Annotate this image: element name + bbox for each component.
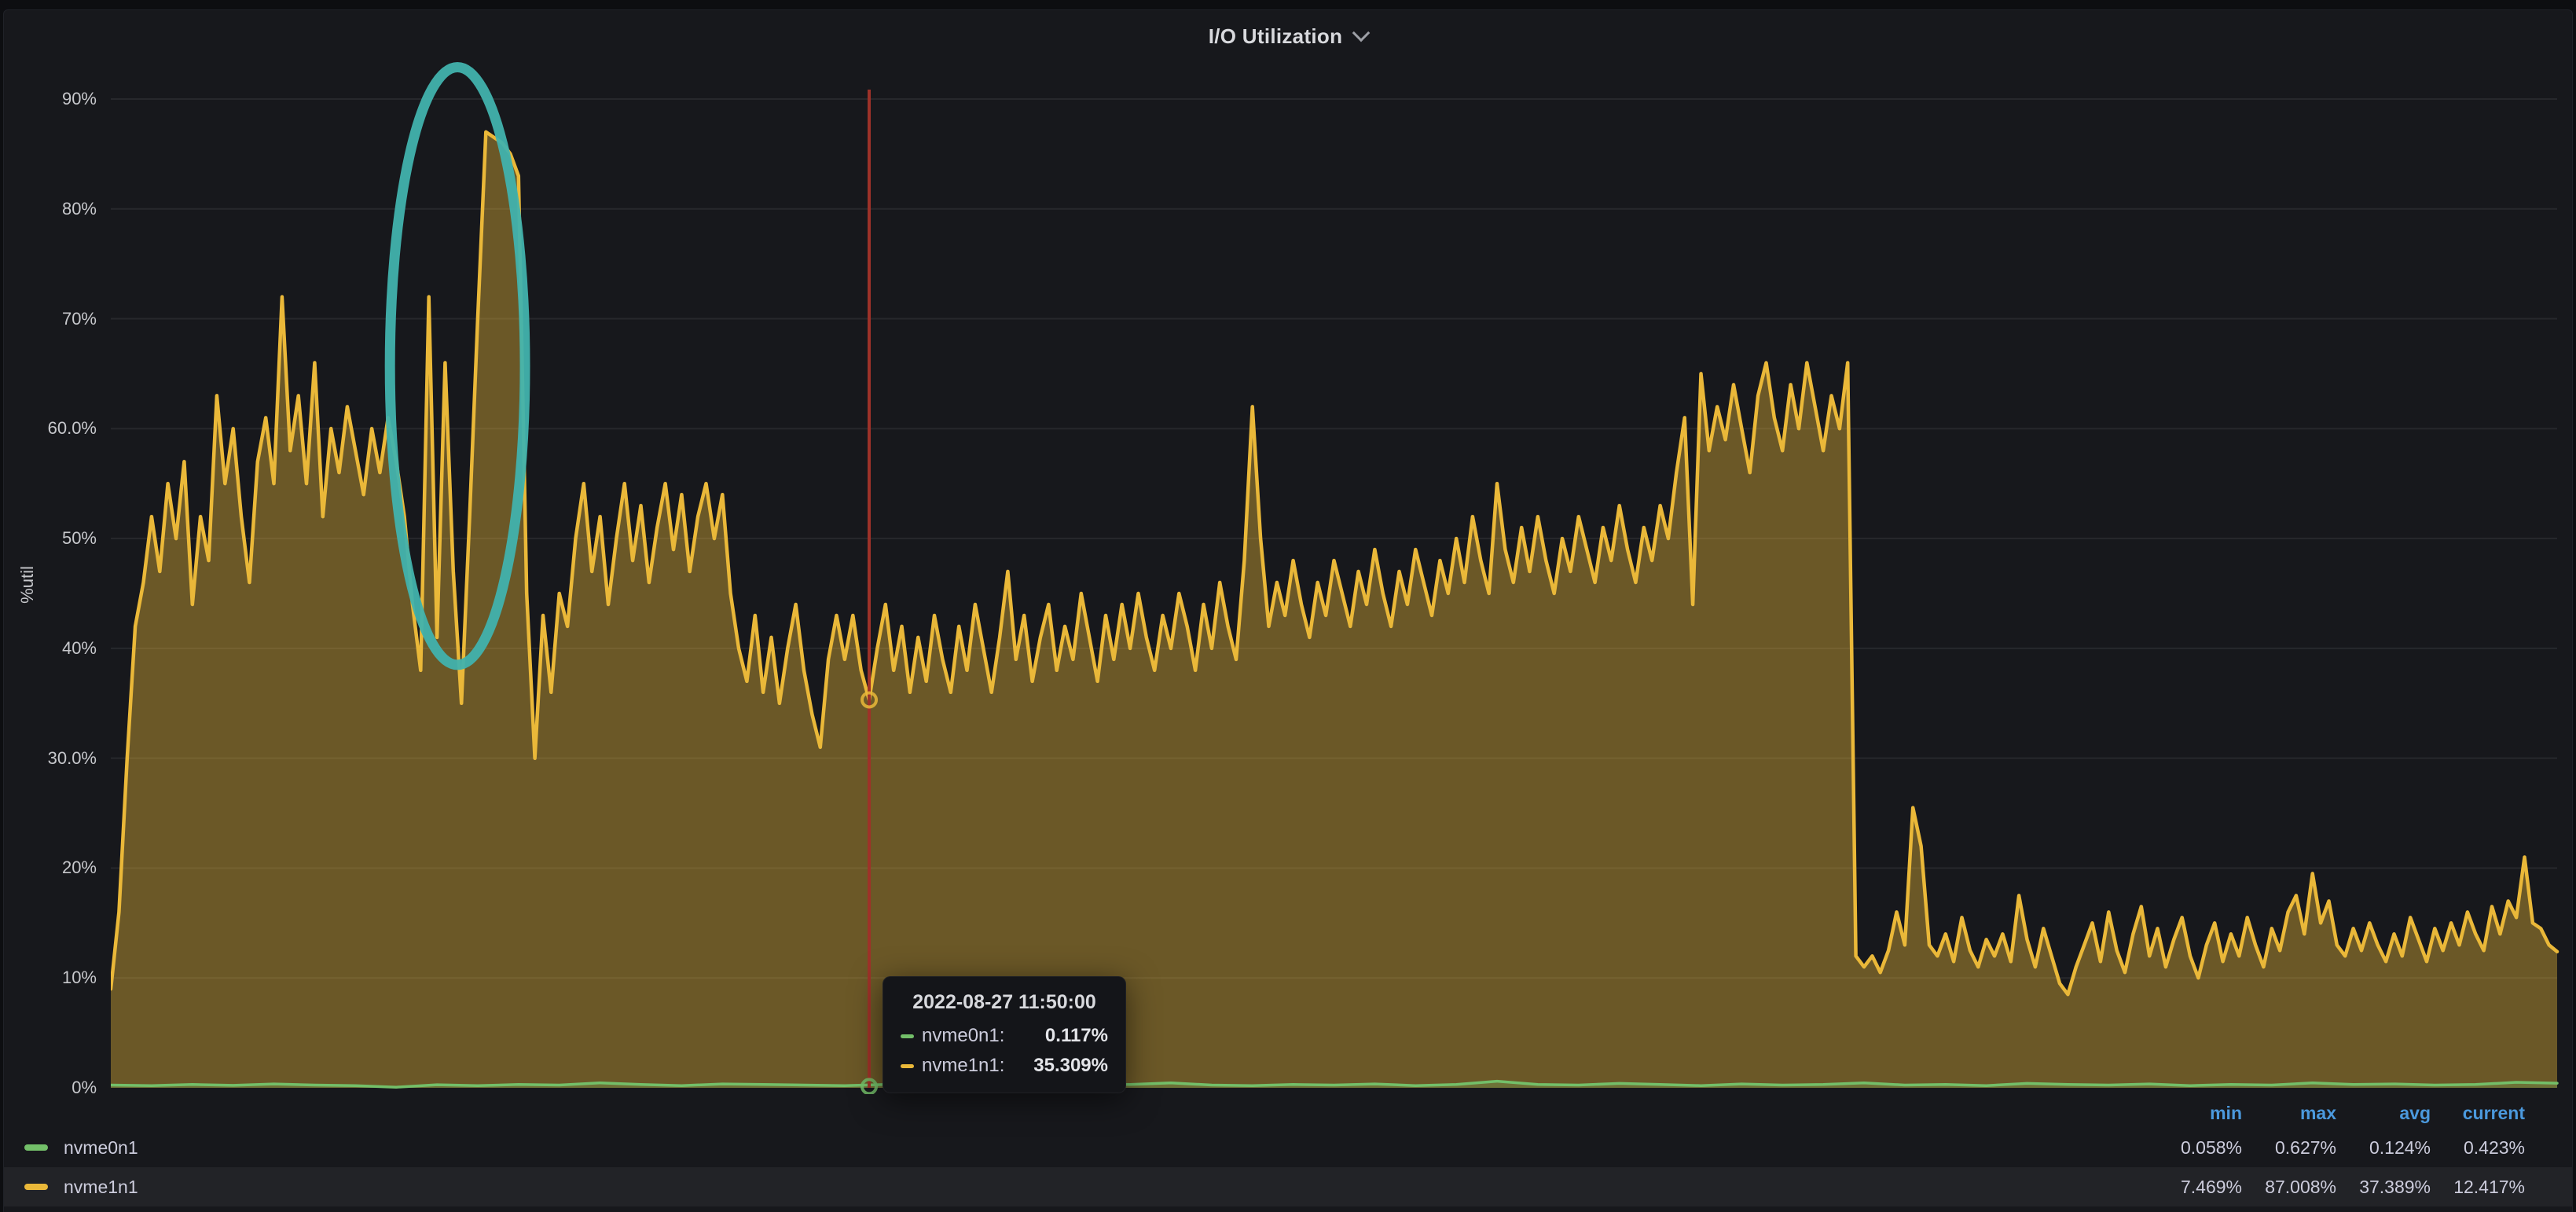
legend: minmaxavgcurrent nvme0n1 0.058%0.627%0.12… — [4, 1098, 2572, 1206]
legend-stat-min: 7.469% — [2148, 1177, 2242, 1198]
tooltip-row: nvme1n1: 35.309% — [901, 1055, 1108, 1077]
series-color-swatch-icon[interactable] — [24, 1184, 48, 1190]
tooltip-row: nvme0n1: 0.117% — [901, 1025, 1108, 1047]
y-tick-label: 10% — [4, 968, 97, 988]
legend-header: minmaxavgcurrent — [4, 1098, 2572, 1128]
legend-stat-avg: 0.124% — [2336, 1137, 2431, 1159]
legend-stat-avg: 37.389% — [2336, 1177, 2431, 1198]
legend-series-name[interactable]: nvme1n1 — [64, 1177, 138, 1198]
legend-column-avg[interactable]: avg — [2336, 1103, 2431, 1124]
grafana-dashboard: I/O Utilization %util 0%10%20%30.0%40%50… — [0, 0, 2576, 1212]
y-tick-label: 90% — [4, 89, 97, 109]
legend-stat-current: 0.423% — [2431, 1137, 2525, 1159]
legend-stat-min: 0.058% — [2148, 1137, 2242, 1159]
chevron-down-icon — [1352, 24, 1371, 42]
series-color-swatch-icon — [901, 1034, 914, 1038]
tooltip-series-value: 0.117% — [1045, 1025, 1108, 1047]
y-tick-label: 40% — [4, 638, 97, 659]
chart-tooltip: 2022-08-27 11:50:00 nvme0n1: 0.117% nvme1n… — [883, 976, 1126, 1093]
tooltip-series-value: 35.309% — [1033, 1055, 1108, 1077]
series-area-nvme1n1 — [111, 132, 2557, 1088]
legend-stat-current: 12.417% — [2431, 1177, 2525, 1198]
y-tick-label: 30.0% — [4, 748, 97, 769]
y-tick-label: 70% — [4, 309, 97, 329]
legend-column-max[interactable]: max — [2242, 1103, 2336, 1124]
series-color-swatch-icon — [901, 1064, 914, 1068]
tooltip-series-name: nvme0n1: — [922, 1025, 1004, 1047]
y-tick-label: 80% — [4, 199, 97, 219]
series-color-swatch-icon[interactable] — [24, 1144, 48, 1151]
legend-stat-max: 0.627% — [2242, 1137, 2336, 1159]
tooltip-series-name: nvme1n1: — [922, 1055, 1004, 1077]
legend-stat-max: 87.008% — [2242, 1177, 2336, 1198]
legend-column-current[interactable]: current — [2431, 1103, 2525, 1124]
tooltip-timestamp: 2022-08-27 11:50:00 — [901, 991, 1108, 1014]
chart-canvas[interactable] — [111, 44, 2560, 1094]
io-utilization-panel: I/O Utilization %util 0%10%20%30.0%40%50… — [3, 9, 2573, 1212]
y-tick-label: 60.0% — [4, 418, 97, 439]
legend-row-nvme0n1[interactable]: nvme0n1 0.058%0.627%0.124%0.423% — [4, 1128, 2572, 1167]
y-tick-label: 50% — [4, 528, 97, 549]
tooltip-rows: nvme0n1: 0.117% nvme1n1: 35.309% — [901, 1025, 1108, 1077]
legend-series-name[interactable]: nvme0n1 — [64, 1137, 138, 1159]
y-tick-label: 0% — [4, 1078, 97, 1098]
legend-row-nvme1n1[interactable]: nvme1n1 7.469%87.008%37.389%12.417% — [4, 1167, 2572, 1206]
y-tick-label: 20% — [4, 858, 97, 878]
legend-rows: nvme0n1 0.058%0.627%0.124%0.423% nvme1n1 7.… — [4, 1128, 2572, 1206]
legend-column-min[interactable]: min — [2148, 1103, 2242, 1124]
